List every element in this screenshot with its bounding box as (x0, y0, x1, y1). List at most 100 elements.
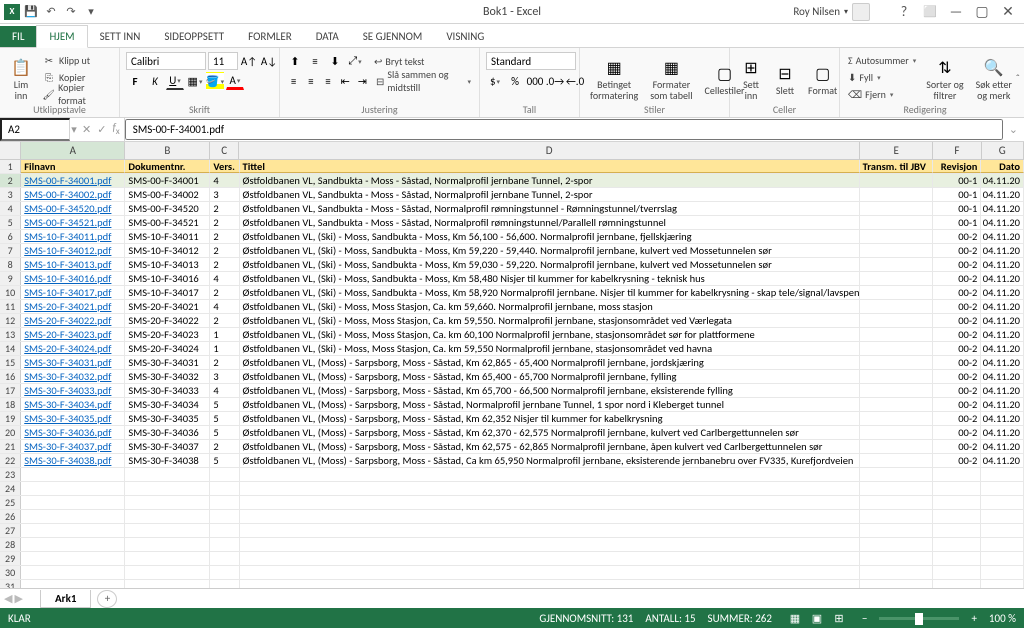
cell[interactable]: 2 (210, 230, 239, 243)
file-link[interactable]: SMS-30-F-34037.pdf (24, 440, 111, 453)
col-header-a[interactable]: A (21, 142, 125, 159)
cell[interactable] (981, 538, 1024, 551)
cell[interactable]: Østfoldbanen VL, (Ski) - Moss, Moss Stas… (240, 342, 860, 355)
tab-fil[interactable]: FIL (0, 26, 36, 47)
cell[interactable] (240, 538, 860, 551)
row-header[interactable]: 31 (0, 580, 21, 588)
cell[interactable] (860, 216, 933, 229)
cell[interactable]: 00-2 (933, 342, 981, 355)
cell[interactable] (860, 258, 933, 271)
cell[interactable] (125, 482, 210, 495)
row-header[interactable]: 11 (0, 300, 21, 313)
cell[interactable] (125, 510, 210, 523)
cell[interactable]: 00-2 (933, 300, 981, 313)
row-header[interactable]: 12 (0, 314, 21, 327)
table-row[interactable]: 12SMS-20-F-34022.pdfSMS-20-F-340222Østfo… (0, 314, 1024, 328)
col-header-e[interactable]: E (860, 142, 933, 159)
cell[interactable]: 2 (210, 286, 239, 299)
align-left-button[interactable]: ≡ (286, 72, 301, 90)
table-row[interactable]: 28 (0, 538, 1024, 552)
cell[interactable]: SMS-30-F-34037.pdf (21, 440, 125, 453)
table-row[interactable]: 7SMS-10-F-34012.pdfSMS-10-F-340122Østfol… (0, 244, 1024, 258)
cell[interactable]: 00-1 (933, 174, 981, 187)
cell[interactable]: Østfoldbanen VL, Sandbukta - Moss - Såst… (240, 174, 860, 187)
decrease-font-button[interactable]: A↓ (260, 52, 278, 70)
cell[interactable] (125, 538, 210, 551)
view-page-break-button[interactable]: ⊞ (828, 609, 850, 627)
cancel-formula-icon[interactable]: ✕ (82, 123, 91, 136)
cell[interactable]: 00-2 (933, 440, 981, 453)
cell[interactable]: SMS-10-F-34016.pdf (21, 272, 125, 285)
align-bottom-button[interactable]: ⬇ (326, 52, 344, 70)
col-header-g[interactable]: G (982, 142, 1024, 159)
row-header[interactable]: 7 (0, 244, 21, 257)
zoom-slider[interactable] (879, 617, 959, 620)
cell[interactable] (210, 566, 239, 579)
conditional-format-button[interactable]: ▦Betinget formatering (586, 52, 642, 106)
cell[interactable]: 04.11.20 (981, 384, 1024, 397)
redo-icon[interactable]: ↷ (62, 3, 80, 21)
cell[interactable] (125, 468, 210, 481)
cell[interactable] (210, 580, 239, 588)
cell[interactable]: 04.11.20 (981, 244, 1024, 257)
minimize-button[interactable]: — (944, 2, 968, 22)
cell[interactable] (860, 510, 933, 523)
cell[interactable]: Østfoldbanen VL, (Moss) - Sarpsborg, Mos… (240, 370, 860, 383)
cell[interactable] (125, 524, 210, 537)
cell[interactable] (860, 174, 933, 187)
increase-decimal-button[interactable]: .0→ (546, 72, 564, 90)
cell[interactable] (981, 552, 1024, 565)
cell[interactable] (21, 538, 125, 551)
cell[interactable]: SMS-10-F-34016 (125, 272, 210, 285)
cell[interactable]: Østfoldbanen VL, (Moss) - Sarpsborg, Mos… (240, 440, 860, 453)
cell[interactable] (860, 440, 933, 453)
cell[interactable] (860, 384, 933, 397)
cell[interactable]: 00-2 (933, 230, 981, 243)
file-link[interactable]: SMS-00-F-34001.pdf (24, 174, 111, 187)
maximize-button[interactable]: ▢ (970, 2, 994, 22)
cell[interactable]: 5 (210, 412, 239, 425)
cell[interactable]: Østfoldbanen VL, Sandbukta - Moss - Såst… (240, 202, 860, 215)
cell[interactable] (21, 580, 125, 588)
cell[interactable]: 1 (210, 342, 239, 355)
row-header[interactable]: 28 (0, 538, 21, 551)
qat-customize-icon[interactable]: ▾ (82, 3, 100, 21)
cell[interactable]: 04.11.20 (981, 216, 1024, 229)
cell[interactable] (240, 496, 860, 509)
cell[interactable] (240, 524, 860, 537)
file-link[interactable]: SMS-00-F-34520.pdf (24, 202, 111, 215)
cell[interactable] (981, 482, 1024, 495)
tab-formler[interactable]: FORMLER (236, 26, 304, 47)
cell[interactable]: SMS-00-F-34521 (125, 216, 210, 229)
table-row[interactable]: 30 (0, 566, 1024, 580)
cell[interactable] (21, 482, 125, 495)
align-center-button[interactable]: ≡ (303, 72, 318, 90)
cell[interactable] (933, 580, 981, 588)
cell[interactable] (933, 510, 981, 523)
cell[interactable]: 2 (210, 440, 239, 453)
cell[interactable]: 04.11.20 (981, 300, 1024, 313)
cell[interactable] (981, 510, 1024, 523)
table-row[interactable]: 15SMS-30-F-34031.pdfSMS-30-F-340312Østfo… (0, 356, 1024, 370)
cell[interactable] (125, 580, 210, 588)
file-link[interactable]: SMS-10-F-34017.pdf (24, 286, 111, 299)
row-header[interactable]: 24 (0, 482, 21, 495)
cell[interactable]: 2 (210, 216, 239, 229)
cell[interactable] (210, 524, 239, 537)
cell[interactable] (860, 580, 933, 588)
cell[interactable] (210, 482, 239, 495)
cell[interactable] (860, 286, 933, 299)
file-link[interactable]: SMS-10-F-34011.pdf (24, 230, 111, 243)
format-painter-button[interactable]: 🖌Kopier format (40, 86, 113, 102)
cell[interactable] (860, 538, 933, 551)
cell[interactable]: 2 (210, 202, 239, 215)
border-button[interactable]: ▦▾ (186, 72, 204, 90)
cell[interactable] (981, 580, 1024, 588)
cell[interactable]: Østfoldbanen VL, (Moss) - Sarpsborg, Mos… (240, 426, 860, 439)
find-select-button[interactable]: 🔍Søk etter og merk (972, 52, 1016, 106)
table-row[interactable]: 14SMS-20-F-34024.pdfSMS-20-F-340241Østfo… (0, 342, 1024, 356)
row-header[interactable]: 21 (0, 440, 21, 453)
sort-filter-button[interactable]: ⇅Sorter og filtrer (922, 52, 967, 106)
cell[interactable] (240, 482, 860, 495)
cell[interactable]: 04.11.20 (981, 412, 1024, 425)
